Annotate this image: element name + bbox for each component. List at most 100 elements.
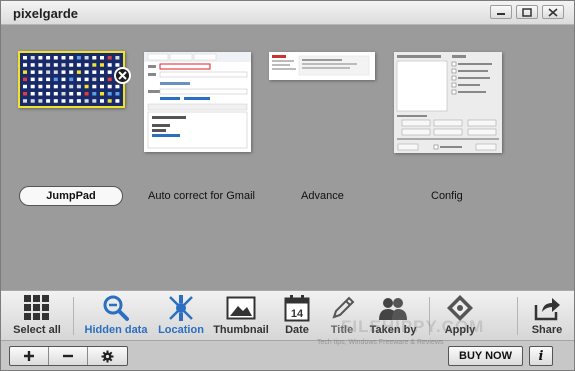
- grid-cell: [38, 92, 43, 96]
- grid-cell: [46, 77, 51, 82]
- grid-cell: [38, 63, 43, 67]
- apply-label: Apply: [444, 324, 476, 336]
- preset-thumbnail-gmail[interactable]: [144, 52, 251, 152]
- pencil-icon: [332, 296, 355, 319]
- grid-cell: [61, 77, 66, 82]
- buy-now-button[interactable]: BUY NOW: [448, 346, 523, 366]
- maximize-button[interactable]: [516, 5, 538, 19]
- grid-cell: [100, 99, 104, 103]
- grid-cell: [76, 84, 81, 89]
- grid-cell: [38, 84, 43, 89]
- grid-cell: [23, 99, 27, 103]
- app-title: pixelgarde: [13, 6, 79, 21]
- grid-icon: [24, 295, 49, 320]
- minimize-icon: [497, 13, 505, 15]
- grid-cell: [53, 70, 58, 74]
- title-label: Title: [330, 324, 354, 336]
- grid-cell: [46, 99, 51, 103]
- preset-gallery: JumpPad Auto correct for Gmail Advance C…: [1, 26, 574, 290]
- grid-cell: [38, 99, 43, 103]
- grid-cell: [61, 70, 66, 74]
- preset-label-config[interactable]: Config: [431, 190, 463, 202]
- taken-by-button[interactable]: Taken by: [367, 293, 419, 339]
- grid-cell: [107, 99, 112, 103]
- magnify-minus-icon: [103, 295, 129, 321]
- grid-cell: [61, 99, 66, 103]
- grid-cell: [84, 70, 89, 74]
- grid-cell: [76, 56, 81, 60]
- grid-cell: [69, 84, 74, 89]
- grid-cell: [23, 70, 27, 74]
- title-bar[interactable]: pixelgarde: [1, 1, 574, 25]
- grid-cell: [115, 99, 120, 103]
- grid-cell: [53, 63, 58, 67]
- people-icon: [379, 298, 407, 320]
- hidden-data-button[interactable]: Hidden data: [83, 293, 149, 339]
- grid-cell: [30, 99, 35, 103]
- remove-preset-button[interactable]: [114, 67, 131, 84]
- grid-cell: [23, 92, 27, 96]
- grid-cell: [69, 70, 74, 74]
- apply-badge-icon: [447, 295, 473, 321]
- grid-cell: [100, 70, 104, 74]
- toolbar-divider: [73, 297, 74, 335]
- grid-cell: [115, 63, 120, 67]
- grid-cell: [76, 77, 81, 82]
- add-preset-button[interactable]: [10, 347, 49, 365]
- grid-cell: [100, 63, 104, 67]
- plus-icon: [24, 351, 34, 361]
- grid-cell: [107, 92, 112, 96]
- date-button[interactable]: 14 Date: [277, 293, 317, 339]
- grid-cell: [69, 56, 74, 60]
- title-button[interactable]: Title: [325, 293, 359, 339]
- grid-cell: [23, 84, 27, 89]
- document-screenshot-image: [269, 52, 375, 80]
- calendar-icon: 14: [284, 295, 310, 322]
- grid-cell: [84, 84, 89, 89]
- grid-cell: [76, 70, 81, 74]
- grid-cell: [115, 56, 120, 60]
- picture-icon: [226, 296, 256, 320]
- preset-thumbnail-config[interactable]: [394, 52, 502, 153]
- grid-cell: [61, 84, 66, 89]
- preset-label-jumppad[interactable]: JumpPad: [19, 186, 123, 206]
- grid-cell: [69, 99, 74, 103]
- grid-cell: [46, 92, 51, 96]
- preset-thumbnail-advance[interactable]: [269, 52, 375, 80]
- location-button[interactable]: Location: [155, 293, 207, 339]
- grid-cell: [46, 70, 51, 74]
- minimize-button[interactable]: [490, 5, 512, 19]
- grid-cell: [30, 63, 35, 67]
- grid-cell: [100, 56, 104, 60]
- grid-cell: [115, 84, 120, 89]
- grid-cell: [53, 84, 58, 89]
- select-all-button[interactable]: Select all: [7, 293, 67, 339]
- grid-cell: [107, 63, 112, 67]
- grid-cell: [53, 77, 58, 82]
- grid-cell: [92, 77, 97, 82]
- share-button[interactable]: Share: [525, 293, 569, 339]
- bottom-bar: BUY NOW i: [1, 340, 574, 370]
- taken-by-label: Taken by: [369, 324, 417, 336]
- grid-cell: [53, 92, 58, 96]
- grid-cell: [46, 63, 51, 67]
- preset-label-advance[interactable]: Advance: [301, 190, 344, 202]
- grid-cell: [107, 70, 112, 74]
- share-icon: [534, 298, 560, 321]
- settings-button[interactable]: [88, 347, 127, 365]
- remove-preset-bottom-button[interactable]: [49, 347, 88, 365]
- email-screenshot-image: [144, 52, 251, 149]
- grid-cell: [53, 56, 58, 60]
- grid-cell: [84, 99, 89, 103]
- apply-button[interactable]: Apply: [437, 293, 483, 339]
- grid-cell: [69, 77, 74, 82]
- preset-label-gmail[interactable]: Auto correct for Gmail: [148, 190, 255, 202]
- grid-cell: [61, 92, 66, 96]
- grid-cell: [69, 92, 74, 96]
- info-button[interactable]: i: [529, 346, 553, 366]
- toolbar-divider: [429, 297, 430, 335]
- grid-cell: [100, 92, 104, 96]
- preset-thumbnail-jumppad[interactable]: [18, 51, 125, 108]
- close-button[interactable]: [542, 5, 564, 19]
- thumbnail-button[interactable]: Thumbnail: [211, 293, 271, 339]
